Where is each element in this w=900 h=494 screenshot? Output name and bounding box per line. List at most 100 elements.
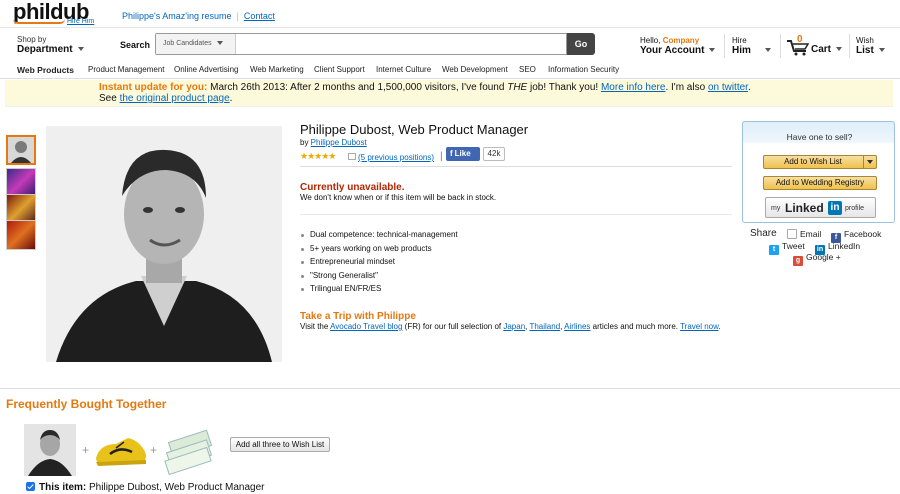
feature-bullets: Dual competence: technical-management 5+…: [300, 230, 458, 298]
chevron-down-icon[interactable]: [863, 156, 876, 168]
wish-list-menu[interactable]: Wish List: [856, 36, 885, 56]
list-item: Trilingual EN/FR/ES: [300, 284, 458, 298]
previous-positions-link[interactable]: (5 previous positions): [358, 153, 434, 162]
list-label: List: [856, 46, 885, 56]
chevron-down-icon: [878, 48, 885, 53]
bundle-item-portrait[interactable]: [24, 424, 76, 476]
thumbnail-market[interactable]: [6, 220, 36, 250]
product-photo[interactable]: [46, 126, 282, 362]
original-product-page-link[interactable]: the original product page: [120, 93, 230, 104]
department-label: Department: [17, 45, 84, 55]
trip-heading: Take a Trip with Philippe: [300, 311, 416, 322]
nav-item-online-advertising[interactable]: Online Advertising: [174, 65, 238, 74]
plus-icon: +: [82, 443, 90, 457]
author-link[interactable]: Philippe Dubost: [311, 138, 367, 147]
airlines-link[interactable]: Airlines: [564, 322, 590, 331]
top-link-divider: |: [236, 11, 239, 21]
linkedin-icon: in: [828, 201, 842, 215]
product-title: Philippe Dubost, Web Product Manager: [300, 122, 529, 137]
category-nav: Web Products Product Management Online A…: [0, 63, 900, 79]
nav-item-web-marketing[interactable]: Web Marketing: [250, 65, 304, 74]
hire-him-link[interactable]: Hire Him: [67, 18, 94, 25]
availability-status: Currently unavailable.: [300, 182, 405, 193]
chevron-down-icon: [77, 47, 84, 52]
sell-box: Have one to sell? Add to Wish List Add t…: [742, 121, 895, 223]
chevron-down-icon: [836, 47, 843, 52]
divider: [849, 34, 850, 58]
divider: [300, 166, 732, 167]
account-label: Your Account: [640, 46, 716, 56]
contact-link[interactable]: Contact: [244, 11, 275, 21]
nav-item-web-products[interactable]: Web Products: [17, 65, 74, 75]
cart-count: 0: [797, 34, 803, 45]
share-email-link[interactable]: Email: [787, 229, 821, 239]
rating-stars[interactable]: ★★★★★: [300, 151, 336, 162]
plus-icon: +: [150, 443, 158, 457]
sell-box-title: Have one to sell?: [786, 132, 853, 142]
search-row: Shop by Department Search Job Candidates…: [0, 28, 900, 63]
chevron-down-icon: [216, 41, 223, 46]
facebook-like-button[interactable]: f Like: [446, 147, 480, 161]
frequently-bought-together-heading: Frequently Bought Together: [6, 397, 167, 411]
trip-text: Visit the Avocado Travel blog (FR) for o…: [300, 322, 721, 331]
add-to-wedding-registry-button[interactable]: Add to Wedding Registry: [763, 176, 877, 190]
facebook-icon: f: [450, 149, 453, 158]
bundle-item-sneakers[interactable]: [94, 424, 146, 476]
like-count: 42k: [483, 147, 505, 161]
top-links: Philippe's Amaz'ing resume | Contact: [122, 11, 275, 21]
add-to-wish-list-button[interactable]: Add to Wish List: [763, 155, 877, 169]
nav-item-product-management[interactable]: Product Management: [88, 65, 165, 74]
this-item-checkbox[interactable]: [26, 482, 35, 491]
divider: [724, 34, 725, 58]
avocado-blog-link[interactable]: Avocado Travel blog: [330, 322, 402, 331]
search-input[interactable]: Job Candidates: [155, 33, 567, 55]
nav-item-internet-culture[interactable]: Internet Culture: [376, 65, 431, 74]
cart-label: Cart: [811, 44, 843, 55]
this-item-row: This item: Philippe Dubost, Web Product …: [26, 482, 264, 493]
nav-item-client-support[interactable]: Client Support: [314, 65, 365, 74]
bundle-item-tickets[interactable]: [162, 424, 214, 476]
chevron-down-icon: [709, 48, 716, 53]
divider: [0, 388, 900, 389]
nav-item-information-security[interactable]: Information Security: [548, 65, 619, 74]
more-info-link[interactable]: More info here: [601, 82, 665, 93]
hire-him-menu[interactable]: Hire Him: [732, 36, 771, 56]
him-label: Him: [732, 46, 771, 56]
nav-item-seo[interactable]: SEO: [519, 65, 536, 74]
japan-link[interactable]: Japan: [503, 322, 525, 331]
search-category-select[interactable]: Job Candidates: [156, 34, 236, 54]
account-menu[interactable]: Hello, Company Your Account: [640, 36, 716, 56]
list-item: Entrepreneurial mindset: [300, 257, 458, 271]
banner-line-2: See the original product page.: [99, 93, 233, 104]
google-plus-icon: g: [793, 256, 803, 266]
nav-item-web-development[interactable]: Web Development: [442, 65, 508, 74]
search-go-button[interactable]: Go: [567, 33, 595, 55]
list-item: "Strong Generalist": [300, 271, 458, 285]
availability-note: We don't know when or if this item will …: [300, 193, 497, 202]
top-bar: phildub Hire Him Philippe's Amaz'ing res…: [0, 0, 900, 28]
product-byline: by Philippe Dubost: [300, 138, 367, 147]
twitter-link[interactable]: on twitter: [708, 82, 748, 93]
share-google-plus-link[interactable]: g Google +: [793, 252, 841, 266]
resume-link[interactable]: Philippe's Amaz'ing resume: [122, 11, 232, 21]
thailand-link[interactable]: Thailand: [529, 322, 560, 331]
add-all-to-wish-list-button[interactable]: Add all three to Wish List: [230, 437, 330, 452]
list-item: 5+ years working on web products: [300, 244, 458, 258]
like-divider: |: [440, 151, 443, 162]
chevron-down-icon: [764, 48, 771, 53]
logo-smile-icon: [13, 19, 65, 24]
update-banner: Instant update for you: March 26th 2013:…: [5, 80, 893, 107]
search-label: Search: [120, 40, 151, 50]
twitter-icon: t: [769, 245, 779, 255]
travel-now-link[interactable]: Travel now: [680, 322, 718, 331]
shop-by-department-menu[interactable]: Shop by Department: [17, 35, 84, 55]
divider: [300, 214, 732, 215]
rating-dropdown-icon[interactable]: [348, 153, 356, 160]
banner-line-1: Instant update for you: March 26th 2013:…: [99, 82, 751, 93]
share-label: Share: [750, 228, 777, 239]
email-icon: [787, 229, 797, 239]
list-item: Dual competence: technical-management: [300, 230, 458, 244]
thumbnail-portrait[interactable]: [6, 135, 36, 165]
linkedin-profile-button[interactable]: my Linked in profile: [765, 197, 876, 218]
divider: [780, 34, 781, 58]
